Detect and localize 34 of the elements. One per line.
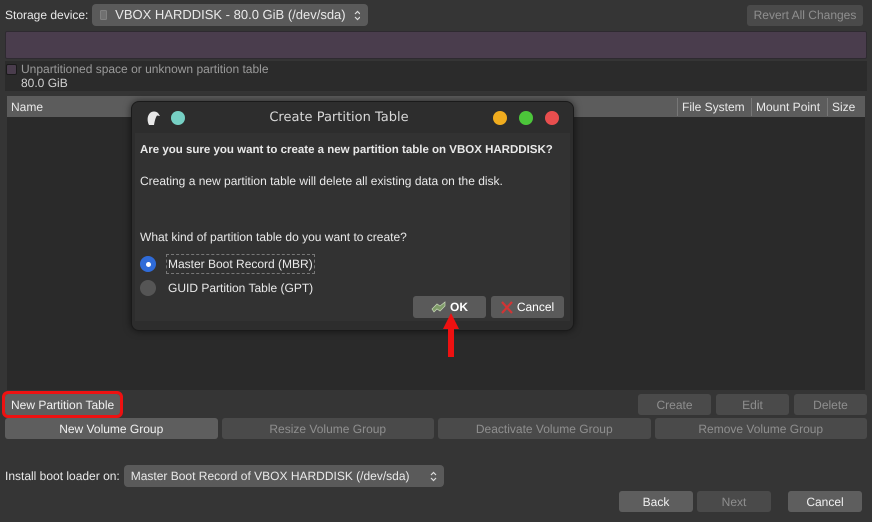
eagle-icon <box>146 110 161 126</box>
cross-icon <box>500 300 513 314</box>
column-header[interactable]: File System <box>677 98 745 116</box>
dialog-title: Create Partition Table <box>268 108 410 127</box>
boot-loader-label: Install boot loader on: <box>5 468 120 485</box>
button[interactable]: Cancel <box>788 491 862 512</box>
radio-button[interactable] <box>140 256 156 272</box>
dialog-warning: Creating a new partition table will delete all existing data on the disk. <box>140 173 504 190</box>
button[interactable]: New Partition Table <box>5 394 120 415</box>
cancel-button[interactable]: Cancel <box>491 296 564 318</box>
column-header[interactable]: Size <box>827 98 856 116</box>
maximize-button[interactable] <box>519 110 533 124</box>
menu-dot-icon[interactable] <box>171 110 185 124</box>
dialog-question: Are you sure you want to create a new partition table on VBOX HARDDISK? <box>140 143 554 158</box>
dialog-prompt: What kind of partition table do you want to create? <box>140 229 408 246</box>
updown-icon <box>354 10 360 20</box>
legend-size: 80.0 GiB <box>21 76 69 90</box>
check-icon <box>431 301 446 313</box>
updown-icon <box>430 470 437 482</box>
radio-label[interactable]: Master Boot Record (MBR) <box>166 254 315 274</box>
ok-button[interactable]: OK <box>413 296 486 318</box>
pointer-arrow <box>443 313 459 357</box>
boot-loader-dropdown[interactable]: Master Boot Record of VBOX HARDDISK (/dev/sda) <box>124 465 444 487</box>
close-button[interactable] <box>545 110 559 124</box>
button[interactable]: New Volume Group <box>5 418 218 439</box>
storage-label: Storage device: <box>5 7 88 24</box>
radio-button[interactable] <box>140 280 156 296</box>
column-header[interactable]: Name <box>11 98 44 116</box>
legend-label: Unpartitioned space or unknown partition table <box>21 62 268 76</box>
column-header[interactable]: Mount Point <box>751 98 820 116</box>
storage-dropdown[interactable]: VBOX HARDDISK - 80.0 GiB (/dev/sda) <box>92 4 368 26</box>
minimize-button[interactable] <box>493 110 507 124</box>
button[interactable]: Back <box>619 491 693 512</box>
radio-label[interactable]: GUID Partition Table (GPT) <box>166 278 316 298</box>
